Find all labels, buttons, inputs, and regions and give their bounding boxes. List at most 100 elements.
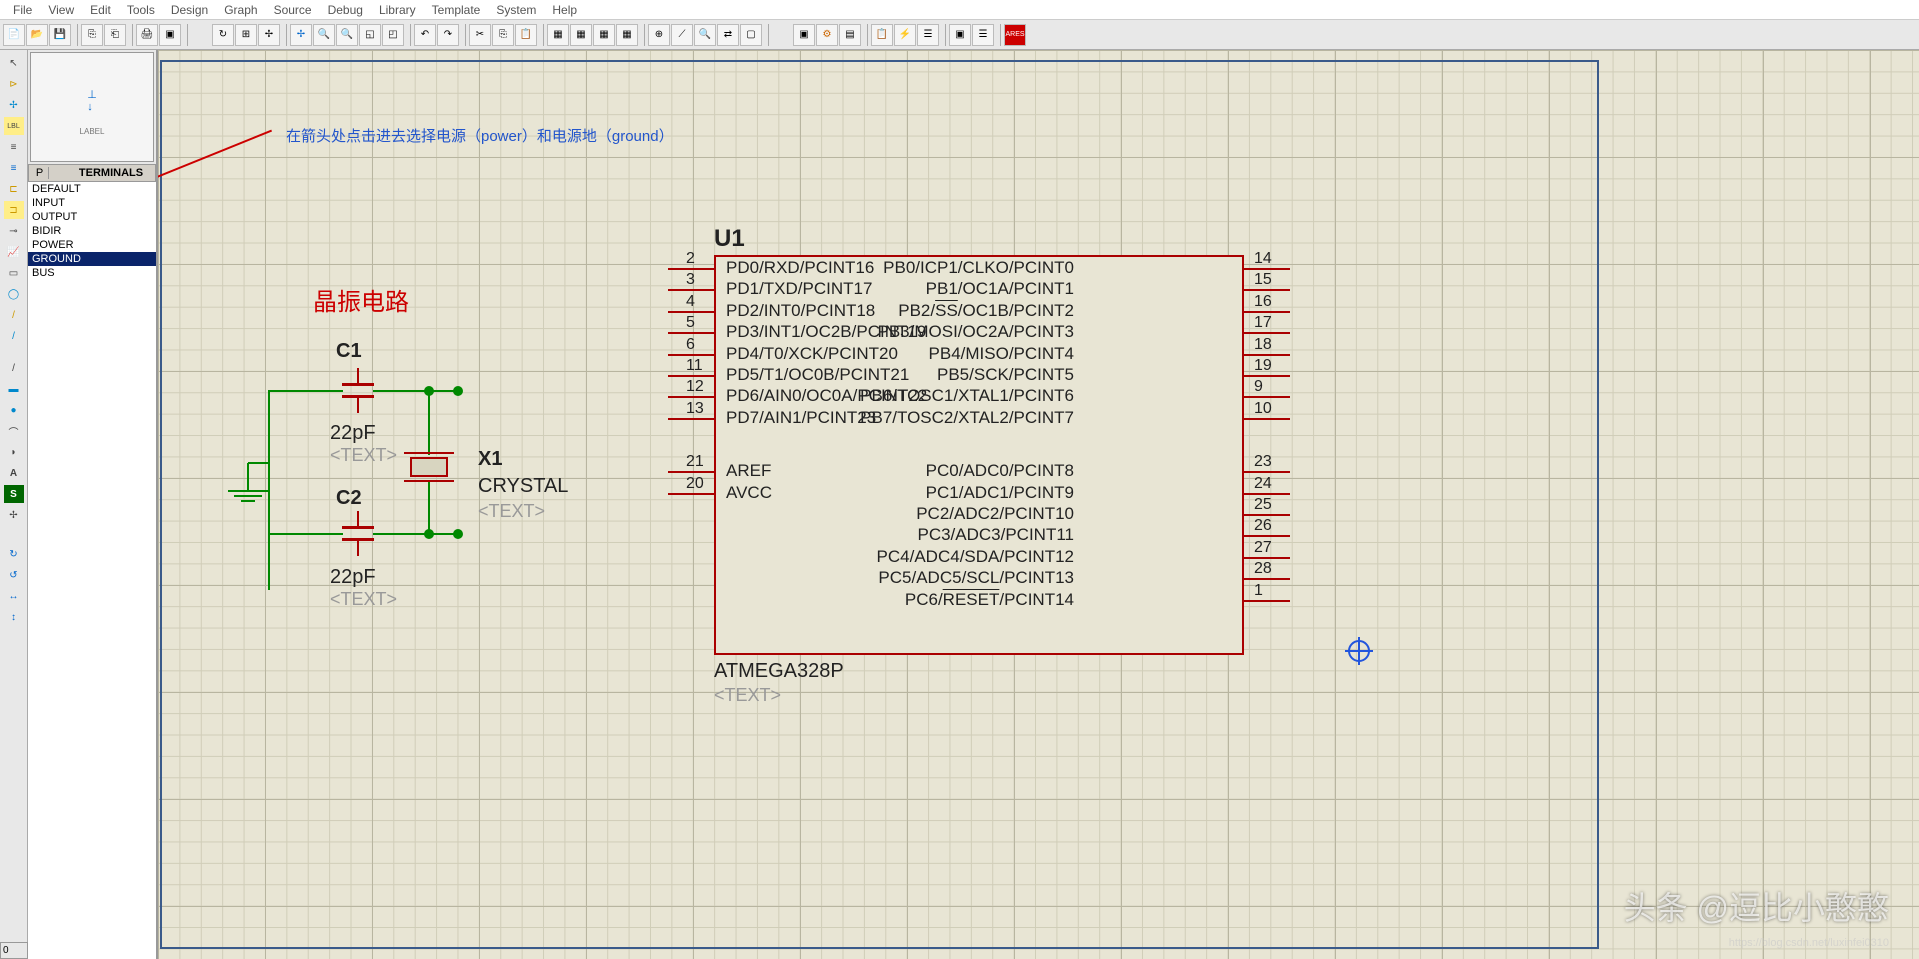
menu-file[interactable]: File [5,3,40,17]
paste-icon[interactable]: 📋 [515,24,537,46]
pin-4[interactable] [668,311,714,313]
menu-system[interactable]: System [488,3,544,17]
zoomout-icon[interactable]: 🔍 [336,24,358,46]
pin-21[interactable] [668,471,714,473]
terminal-bus[interactable]: BUS [28,266,156,280]
pin-23[interactable] [1244,471,1290,473]
copy-icon[interactable]: ⎘ [492,24,514,46]
pin-9[interactable] [1244,396,1290,398]
ground-symbol[interactable] [228,490,268,505]
tape-icon[interactable]: ▭ [4,264,24,282]
menu-design[interactable]: Design [163,3,216,17]
pin-24[interactable] [1244,493,1290,495]
p-button[interactable]: P [31,167,49,179]
erc-icon[interactable]: ⚡ [894,24,916,46]
subcircuit-icon[interactable]: ⊏ [4,180,24,198]
origin-icon[interactable]: ✢ [258,24,280,46]
block4-icon[interactable]: ▦ [616,24,638,46]
arc2d-icon[interactable]: ⌒ [4,422,24,440]
pin-17[interactable] [1244,332,1290,334]
new-icon[interactable]: 📄 [3,24,25,46]
terminal-output[interactable]: OUTPUT [28,210,156,224]
component-icon[interactable]: ⊳ [4,75,24,93]
path2d-icon[interactable]: ◗ [4,443,24,461]
menu-help[interactable]: Help [544,3,585,17]
pin-26[interactable] [1244,535,1290,537]
text2d-icon[interactable]: A [4,464,24,482]
pin-11[interactable] [668,375,714,377]
rect2d-icon[interactable]: ▬ [4,380,24,398]
sim2-icon[interactable]: ☰ [972,24,994,46]
net-icon[interactable]: ☰ [917,24,939,46]
probe-icon[interactable]: / [4,306,24,324]
menu-source[interactable]: Source [266,3,320,17]
terminal-default[interactable]: DEFAULT [28,182,156,196]
select-icon[interactable]: ↖ [4,54,24,72]
terminal-power[interactable]: POWER [28,238,156,252]
zoomfit-icon[interactable]: ◱ [359,24,381,46]
area-icon[interactable]: ▣ [159,24,181,46]
pin-14[interactable] [1244,268,1290,270]
grid-icon[interactable]: ⊞ [235,24,257,46]
bom-icon[interactable]: 📋 [871,24,893,46]
search-icon[interactable]: 🔍 [694,24,716,46]
redo-icon[interactable]: ↷ [437,24,459,46]
pin-6[interactable] [668,354,714,356]
c2-component[interactable] [342,526,374,529]
terminal-input[interactable]: INPUT [28,196,156,210]
print-icon[interactable]: 🖨 [136,24,158,46]
ares-icon[interactable]: ARES [1004,24,1026,46]
pin-15[interactable] [1244,289,1290,291]
block-icon[interactable]: ▦ [547,24,569,46]
pin-28[interactable] [1244,578,1290,580]
terminal-icon[interactable]: ⊐ [4,201,24,219]
flipv-icon[interactable]: ↕ [4,608,24,626]
zoomin-icon[interactable]: 🔍 [313,24,335,46]
text-icon[interactable]: ≡ [4,138,24,156]
fliph-icon[interactable]: ↔ [4,587,24,605]
pin-10[interactable] [1244,418,1290,420]
pin-5[interactable] [668,332,714,334]
terminal-ground[interactable]: GROUND [28,252,156,266]
open-icon[interactable]: 📂 [26,24,48,46]
menu-graph[interactable]: Graph [216,3,265,17]
dev3-icon[interactable]: ▤ [839,24,861,46]
menu-template[interactable]: Template [424,3,489,17]
undo-icon[interactable]: ↶ [414,24,436,46]
block3-icon[interactable]: ▦ [593,24,615,46]
x1-component[interactable] [410,457,448,477]
graph-icon[interactable]: 📈 [4,243,24,261]
rotcw-icon[interactable]: ↻ [4,545,24,563]
dev1-icon[interactable]: ▣ [793,24,815,46]
junction-icon[interactable]: ✢ [4,96,24,114]
c1-component[interactable] [342,383,374,386]
pin-18[interactable] [1244,354,1290,356]
schematic-canvas[interactable]: 在箭头处点击进去选择电源（power）和电源地（ground） 晶振电路 C1 … [158,50,1919,959]
save-icon[interactable]: 💾 [49,24,71,46]
label-icon[interactable]: LBL [4,117,24,135]
bus-icon[interactable]: ≡ [4,159,24,177]
pin-20[interactable] [668,493,714,495]
generator-icon[interactable]: ◯ [4,285,24,303]
menu-view[interactable]: View [40,3,82,17]
menu-library[interactable]: Library [371,3,424,17]
wire-icon[interactable]: ⟋ [671,24,693,46]
import-icon[interactable]: ⎘ [81,24,103,46]
terminal-bidir[interactable]: BIDIR [28,224,156,238]
marker-icon[interactable]: ✢ [4,506,24,524]
refresh-icon[interactable]: ↻ [212,24,234,46]
zoomarea-icon[interactable]: ◰ [382,24,404,46]
pin-3[interactable] [668,289,714,291]
pin-13[interactable] [668,418,714,420]
pin-27[interactable] [1244,557,1290,559]
pin-19[interactable] [1244,375,1290,377]
cut-icon[interactable]: ✂ [469,24,491,46]
menu-edit[interactable]: Edit [82,3,119,17]
pick-icon[interactable]: ⊕ [648,24,670,46]
center-icon[interactable]: ✢ [290,24,312,46]
block2-icon[interactable]: ▦ [570,24,592,46]
pin-25[interactable] [1244,514,1290,516]
rotccw-icon[interactable]: ↺ [4,566,24,584]
line2d-icon[interactable]: / [4,359,24,377]
dev2-icon[interactable]: ⚙ [816,24,838,46]
